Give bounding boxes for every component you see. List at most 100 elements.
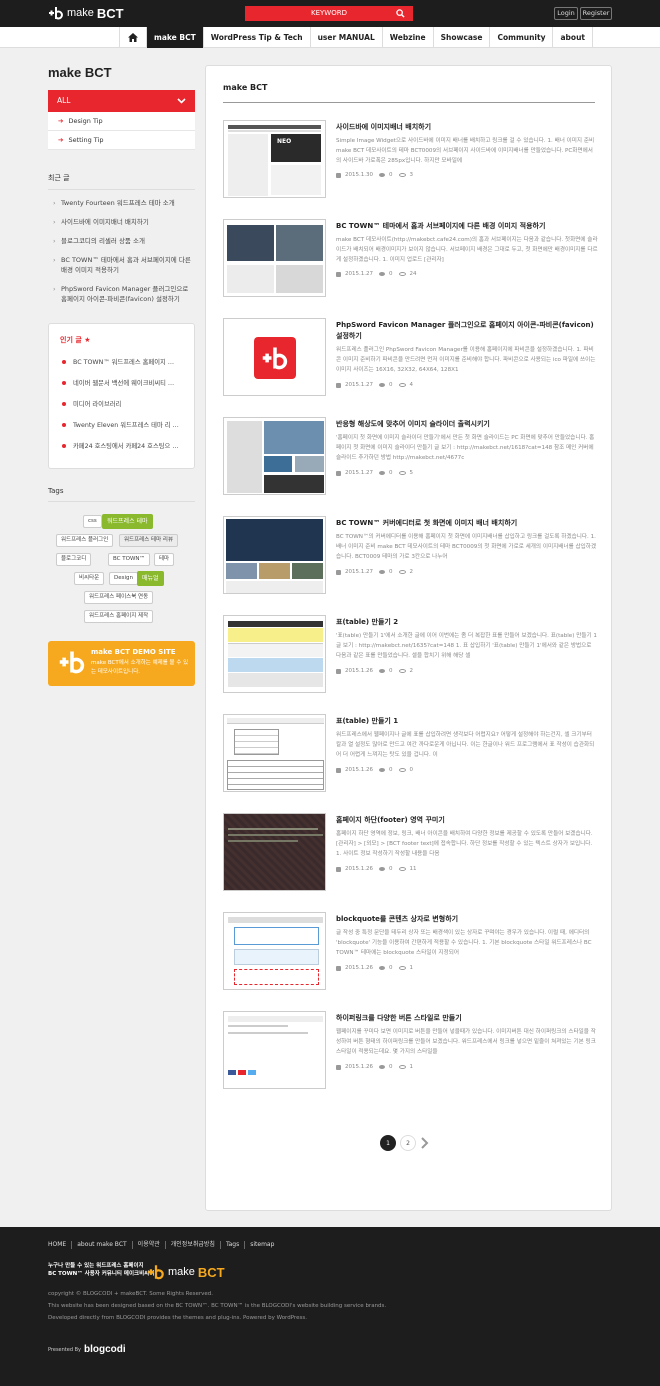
tag-link[interactable]: 블로그코디 bbox=[56, 553, 92, 566]
footer-link-privacy[interactable]: 개인정보취급방침 bbox=[164, 1241, 220, 1249]
post-title[interactable]: PhpSword Favicon Manager 플러그인으로 홈페이지 아이콘… bbox=[336, 320, 598, 342]
demo-site-banner[interactable]: make BCT DEMO SITE make BCT에서 소개하는 예제를 볼… bbox=[48, 641, 195, 686]
footer-link-sitemap[interactable]: sitemap bbox=[244, 1241, 279, 1249]
post-meta: 2015.1.26 0 2 bbox=[336, 668, 413, 674]
nav-home[interactable] bbox=[120, 27, 147, 48]
post-excerpt: BC TOWN™의 커버에디터를 이용해 홈페이지 첫 화면에 이미지배너를 삽… bbox=[336, 534, 597, 560]
post-excerpt: Simple Image Widget으로 사이드바에 이미지 배너를 배치하고… bbox=[336, 138, 595, 164]
post-meta: 2015.1.26 0 11 bbox=[336, 866, 417, 872]
bullet-icon bbox=[62, 402, 66, 406]
divider bbox=[48, 501, 195, 502]
post-thumbnail[interactable] bbox=[223, 318, 326, 396]
nav-item-user-manual[interactable]: user MANUAL bbox=[311, 27, 383, 48]
logo-bct-text: BCT bbox=[197, 1264, 225, 1280]
post-item: 홈페이지 하단(footer) 영역 꾸미기 홈페이지 하단 영역에 정보, 링… bbox=[223, 813, 598, 893]
post-date: 2015.1.27 bbox=[345, 470, 373, 476]
category-all-dropdown[interactable]: ALL bbox=[48, 90, 195, 112]
post-title[interactable]: 표(table) 만들기 1 bbox=[336, 716, 598, 727]
nav-item-showcase[interactable]: Showcase bbox=[434, 27, 491, 48]
footer-link-tags[interactable]: Tags bbox=[219, 1241, 244, 1249]
post-title[interactable]: 반응형 해상도에 맞추어 이미지 슬라이더 출력시키기 bbox=[336, 419, 598, 430]
footer-logo[interactable]: make BCT bbox=[147, 1264, 225, 1280]
tag-link[interactable]: 테마 bbox=[154, 553, 175, 566]
nav-item-community[interactable]: Community bbox=[490, 27, 554, 48]
tag-link[interactable]: css bbox=[83, 515, 102, 528]
search-input[interactable]: KEYWORD bbox=[245, 6, 413, 21]
nav-item-about[interactable]: about bbox=[553, 27, 593, 48]
post-thumbnail[interactable] bbox=[223, 912, 326, 990]
tag-link[interactable]: BC TOWN™ bbox=[108, 553, 151, 566]
popular-post-link[interactable]: BC TOWN™ 워드프레스 홈페이지 … bbox=[62, 357, 182, 366]
footer-link-terms[interactable]: 이용약관 bbox=[131, 1241, 165, 1249]
blogcodi-logo[interactable]: blogcodi bbox=[84, 1344, 126, 1355]
copyright-line: Developed directly from BLOGCODI provide… bbox=[48, 1315, 307, 1321]
recent-post-link[interactable]: 블로그코디의 리셀러 상품 소개 bbox=[48, 236, 195, 246]
comment-icon bbox=[379, 966, 385, 970]
footer-copyright: copyright © BLOGCODI + makeBCT. Some Rig… bbox=[48, 1288, 386, 1324]
tag-link[interactable]: 비씨타운 bbox=[74, 572, 105, 585]
login-button[interactable]: Login bbox=[554, 7, 578, 20]
logo-make-text: make bbox=[168, 1266, 195, 1278]
post-title[interactable]: 홈페이지 하단(footer) 영역 꾸미기 bbox=[336, 815, 598, 826]
nav-item-webzine[interactable]: Webzine bbox=[383, 27, 434, 48]
post-title[interactable]: 표(table) 만들기 2 bbox=[336, 617, 598, 628]
popular-post-link[interactable]: 카페24 호스팅에서 카페24 호스팅으 … bbox=[62, 441, 182, 450]
post-thumbnail[interactable]: NEO bbox=[223, 120, 326, 198]
eye-icon bbox=[398, 471, 406, 475]
post-thumbnail[interactable] bbox=[223, 516, 326, 594]
post-thumbnail[interactable] bbox=[223, 417, 326, 495]
tag-link[interactable]: 워드프레스 홈페이지 제작 bbox=[84, 610, 154, 623]
slogan-line: 누구나 만들 수 있는 워드프레스 홈페이지 bbox=[48, 1263, 144, 1269]
recent-post-link[interactable]: PhpSword Favicon Manager 플러그인으로 홈페이지 아이콘… bbox=[48, 284, 195, 304]
page-1-button[interactable]: 1 bbox=[380, 1135, 396, 1151]
calendar-icon bbox=[336, 965, 341, 971]
subcategory-design-tip[interactable]: ➔ Design Tip bbox=[48, 112, 195, 131]
site-logo[interactable]: make BCT bbox=[48, 5, 124, 21]
post-item: 하이퍼링크를 다양한 버튼 스타일로 만들기 웹페이지를 꾸미다 보면 이미지로… bbox=[223, 1011, 598, 1091]
view-count: 3 bbox=[409, 172, 414, 178]
post-date: 2015.1.27 bbox=[345, 382, 373, 388]
tag-link[interactable]: 매뉴얼 bbox=[137, 571, 164, 586]
popular-post-link[interactable]: 네이버 웹문서 백선에 웨이크비씨티 … bbox=[62, 378, 182, 387]
post-title[interactable]: 하이퍼링크를 다양한 버튼 스타일로 만들기 bbox=[336, 1013, 598, 1024]
post-meta: 2015.1.27 0 2 bbox=[336, 569, 413, 575]
tag-link[interactable]: 워드프레스 페이스북 연동 bbox=[84, 591, 154, 604]
popular-post-link[interactable]: Twenty Eleven 워드프레스 테마 리 … bbox=[62, 420, 182, 429]
footer-link-about[interactable]: about make BCT bbox=[71, 1241, 131, 1249]
post-meta: 2015.1.26 0 1 bbox=[336, 965, 413, 971]
arrow-icon: ➔ bbox=[58, 136, 64, 144]
post-thumbnail[interactable] bbox=[223, 219, 326, 297]
post-title[interactable]: 사이드바에 이미지배너 배치하기 bbox=[336, 122, 598, 133]
nav-item-make-bct[interactable]: make BCT bbox=[147, 27, 204, 48]
post-thumbnail[interactable] bbox=[223, 813, 326, 891]
post-thumbnail[interactable] bbox=[223, 615, 326, 693]
bullet-icon bbox=[62, 423, 66, 427]
nav-item-wordpress-tip[interactable]: WordPress Tip & Tech bbox=[204, 27, 311, 48]
tag-link[interactable]: 워드프레스 테마 리뷰 bbox=[119, 534, 179, 547]
page-2-button[interactable]: 2 bbox=[400, 1135, 416, 1151]
bullet-icon bbox=[62, 444, 66, 448]
post-title[interactable]: BC TOWN™ 테마에서 홈과 서브페이지에 다른 배경 이미지 적용하기 bbox=[336, 221, 598, 232]
post-title[interactable]: blockquote를 콘텐츠 상자로 변형하기 bbox=[336, 914, 598, 925]
post-item: NEO 사이드바에 이미지배너 배치하기 Simple Image Widget… bbox=[223, 120, 598, 200]
post-title[interactable]: BC TOWN™ 커버에디터로 첫 화면에 이미지 배너 배치하기 bbox=[336, 518, 598, 529]
search-icon[interactable] bbox=[396, 9, 405, 18]
chevron-right-icon[interactable] bbox=[420, 1137, 430, 1149]
pagination: 1 2 bbox=[380, 1135, 430, 1151]
home-icon bbox=[128, 33, 138, 42]
recent-post-link[interactable]: BC TOWN™ 테마에서 홈과 서브페이지에 다른 배경 이미지 적용하기 bbox=[48, 255, 195, 275]
popular-post-label: 네이버 웹문서 백선에 웨이크비씨티 … bbox=[73, 380, 175, 387]
post-excerpt: '홈페이지 첫 화면에 이미지 슬라이더 만들기'에서 만든 첫 화면 슬라이드… bbox=[336, 435, 595, 461]
copyright-line: This website has been designed based on … bbox=[48, 1303, 387, 1309]
tag-link[interactable]: Design bbox=[109, 572, 138, 585]
tag-link[interactable]: 워드프레스 테마 bbox=[102, 514, 153, 529]
footer-link-home[interactable]: HOME bbox=[48, 1241, 71, 1249]
post-thumbnail[interactable] bbox=[223, 714, 326, 792]
recent-post-link[interactable]: 사이드바에 이미지배너 배치하기 bbox=[48, 217, 195, 227]
popular-post-link[interactable]: 미디어 라이브러리 bbox=[62, 399, 182, 408]
tag-link[interactable]: 워드프레스 플러그인 bbox=[56, 534, 114, 547]
subcategory-setting-tip[interactable]: ➔ Setting Tip bbox=[48, 131, 195, 150]
register-button[interactable]: Register bbox=[580, 7, 612, 20]
recent-post-link[interactable]: Twenty Fourteen 워드프레스 테마 소개 bbox=[48, 198, 195, 208]
post-thumbnail[interactable] bbox=[223, 1011, 326, 1089]
